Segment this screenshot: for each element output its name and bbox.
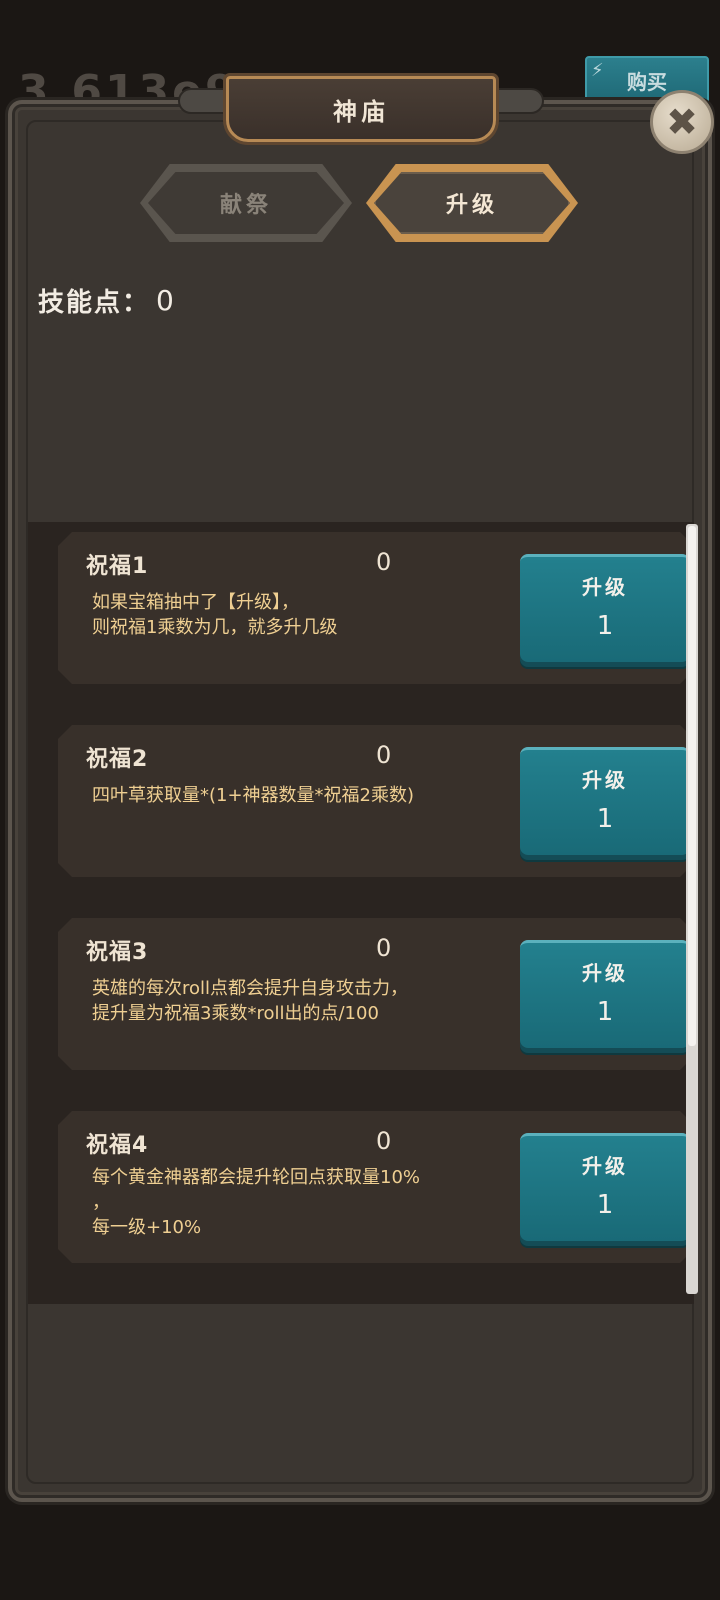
upgrade-button-label: 升级 [582,1154,628,1178]
dialog-title: 神庙 [333,97,389,126]
upgrade-button-2[interactable]: 升级 1 [520,747,690,855]
upgrade-cost: 1 [596,1190,614,1220]
tab-upgrade-label: 升级 [445,193,498,218]
upgrade-cost: 1 [596,611,614,641]
blessing-name: 祝福3 [86,940,149,965]
blessing-level: 0 [376,934,392,962]
upgrade-button-label: 升级 [582,768,628,792]
dialog-title-plaque: 神庙 [226,76,496,142]
blessing-description: 每个黄金神器都会提升轮回点获取量10% ， 每一级+10% [92,1167,421,1238]
skill-points-label: 技能点： [38,288,151,318]
blessing-card-4: 祝福4 0 每个黄金神器都会提升轮回点获取量10% ， 每一级+10% 升级 1 [58,1111,694,1263]
blessing-card-3: 祝福3 0 英雄的每次roll点都会提升自身攻击力， 提升量为祝福3乘数*rol… [58,918,694,1070]
blessing-description: 如果宝箱抽中了【升级】， 则祝福1乘数为几，就多升几级 [92,592,338,638]
buy-button-label: 购买 [627,69,667,94]
upgrade-button-3[interactable]: 升级 1 [520,940,690,1048]
blessing-level: 0 [376,1127,392,1155]
upgrade-cost: 1 [596,997,614,1027]
close-button[interactable]: ✖ [650,90,714,154]
blessing-name: 祝福4 [86,1133,149,1158]
scrollbar-thumb[interactable] [688,526,696,1046]
blessing-name: 祝福2 [86,747,149,772]
blessing-description: 英雄的每次roll点都会提升自身攻击力， 提升量为祝福3乘数*roll出的点/1… [92,978,409,1024]
tab-upgrade[interactable]: 升级 [366,164,578,242]
blessing-level: 0 [376,548,392,576]
upgrade-button-1[interactable]: 升级 1 [520,554,690,662]
upgrade-button-4[interactable]: 升级 1 [520,1133,690,1241]
close-icon: ✖ [666,100,698,144]
upgrade-button-label: 升级 [582,575,628,599]
tab-sacrifice[interactable]: 献祭 [140,164,352,242]
lightning-icon: ⚡ [591,60,604,81]
skill-points-value: 0 [156,284,174,317]
blessing-name: 祝福1 [86,554,149,579]
blessing-card-1: 祝福1 0 如果宝箱抽中了【升级】， 则祝福1乘数为几，就多升几级 升级 1 [58,532,694,684]
upgrade-button-label: 升级 [582,961,628,985]
blessing-list[interactable]: 祝福1 0 如果宝箱抽中了【升级】， 则祝福1乘数为几，就多升几级 升级 1 祝… [28,522,694,1304]
blessing-card-2: 祝福2 0 四叶草获取量*(1+神器数量*祝福2乘数) 升级 1 [58,725,694,877]
blessing-level: 0 [376,741,392,769]
tab-sacrifice-label: 献祭 [219,193,272,218]
blessing-description: 四叶草获取量*(1+神器数量*祝福2乘数) [92,785,415,806]
upgrade-cost: 1 [596,804,614,834]
